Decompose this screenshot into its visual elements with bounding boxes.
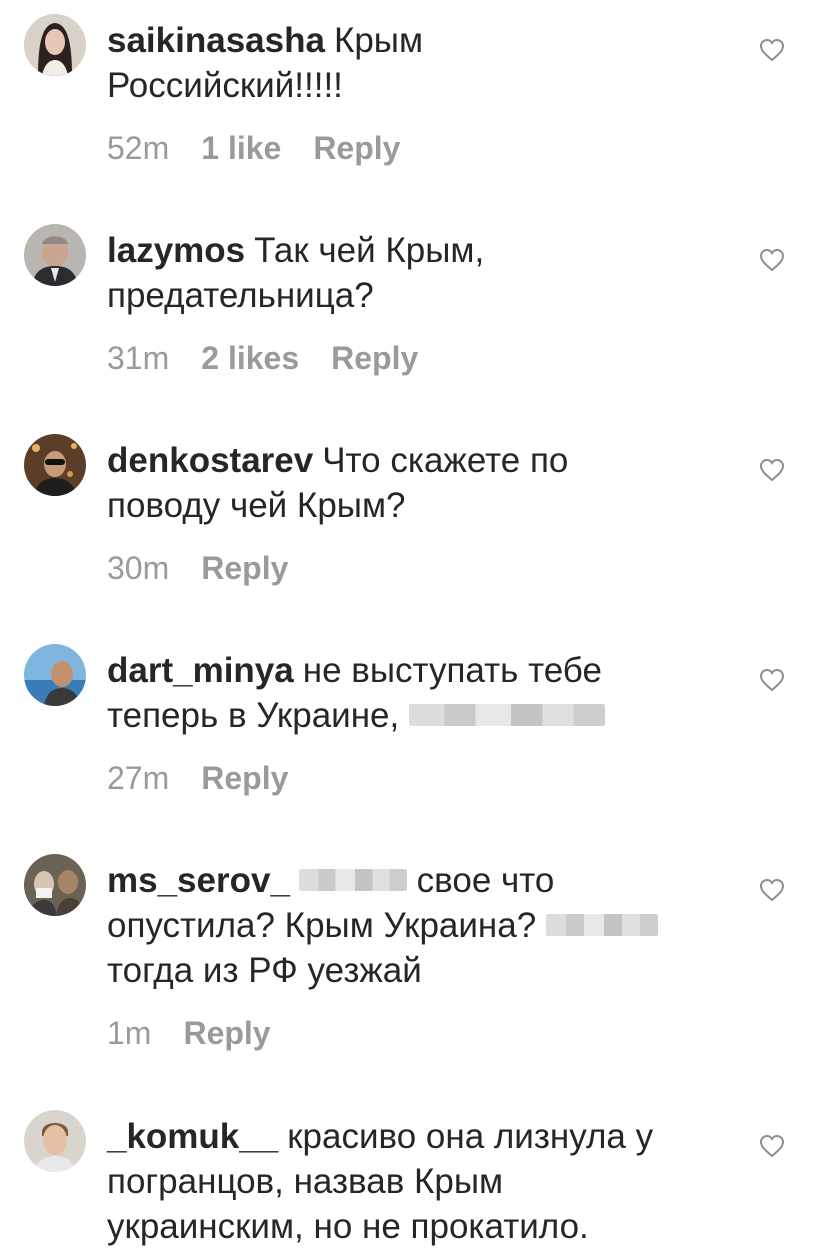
comment-text-line: теперь в Украине, [107,696,400,735]
reply-button[interactable]: Reply [201,548,288,588]
comment-text-line: предательница? [107,276,374,315]
comment-meta: 52m 1 like Reply [107,128,747,168]
comment-username[interactable]: _komuk__ [107,1117,278,1156]
reply-button[interactable]: Reply [183,1013,270,1053]
avatar[interactable] [24,434,86,496]
avatar[interactable] [24,644,86,706]
heart-outline-icon[interactable] [759,38,785,62]
comment-text: ms_serov_ свое что опустила? Крым Украин… [107,858,747,993]
comment-username[interactable]: lazymos [107,231,245,270]
comment-time: 52m [107,130,170,166]
comment-text-line: погранцов, назвав Крым [107,1162,504,1201]
comment-text-line: Российский!!!!! [107,66,343,105]
comment-text-line: тогда из РФ уезжай [107,951,422,990]
redacted-blur [545,913,658,936]
redacted-blur [298,868,407,891]
comment-text-line: не выступать тебе [302,651,602,690]
reply-button[interactable]: Reply [331,338,418,378]
comment-time: 27m [107,760,170,796]
avatar[interactable] [24,224,86,286]
comment-text: lazymos Так чей Крым, предательница? [107,228,747,318]
comment-likes[interactable]: 1 like [201,128,281,168]
comment-text-line: Так чей Крым, [254,231,485,270]
comment-text-line: украинским, но не прокатило. [107,1207,589,1246]
comment-text: denkostarev Что скажете по поводу чей Кры… [107,438,747,528]
comment-time: 1m [107,1015,152,1051]
comment-username[interactable]: ms_serov_ [107,861,290,900]
comment-time: 31m [107,340,170,376]
comment-meta: 27m Reply [107,758,747,798]
reply-button[interactable]: Reply [313,128,400,168]
comment-username[interactable]: saikinasasha [107,21,325,60]
heart-outline-icon[interactable] [759,878,785,902]
comment-meta: 31m 2 likes Reply [107,338,747,378]
heart-outline-icon[interactable] [759,668,785,692]
comment-username[interactable]: denkostarev [107,441,313,480]
reply-button[interactable]: Reply [201,758,288,798]
comment-text: saikinasasha Крым Российский!!!!! [107,18,747,108]
heart-outline-icon[interactable] [759,458,785,482]
avatar[interactable] [24,1110,86,1172]
comment-text: dart_minya не выступать тебе теперь в Укр… [107,648,747,738]
comment-text-line: Что скажете по [322,441,569,480]
comment-text-line: красиво она лизнула у [287,1117,654,1156]
comment-time: 30m [107,550,170,586]
comment-text-line: опустила? Крым Украина? [107,906,537,945]
comment-meta: 30m Reply [107,548,747,588]
avatar[interactable] [24,14,86,76]
heart-outline-icon[interactable] [759,248,785,272]
comment-text: _komuk__ красиво она лизнула у погранцов,… [107,1114,747,1249]
comment-text-line: поводу чей Крым? [107,486,406,525]
avatar[interactable] [24,854,86,916]
redacted-blur [408,703,605,726]
comment-text-line: свое что [416,861,555,900]
comment-username[interactable]: dart_minya [107,651,294,690]
comment-meta: 1m Reply [107,1013,747,1053]
heart-outline-icon[interactable] [759,1134,785,1158]
comment-text-line: Крым [333,21,424,60]
comment-likes[interactable]: 2 likes [201,338,299,378]
